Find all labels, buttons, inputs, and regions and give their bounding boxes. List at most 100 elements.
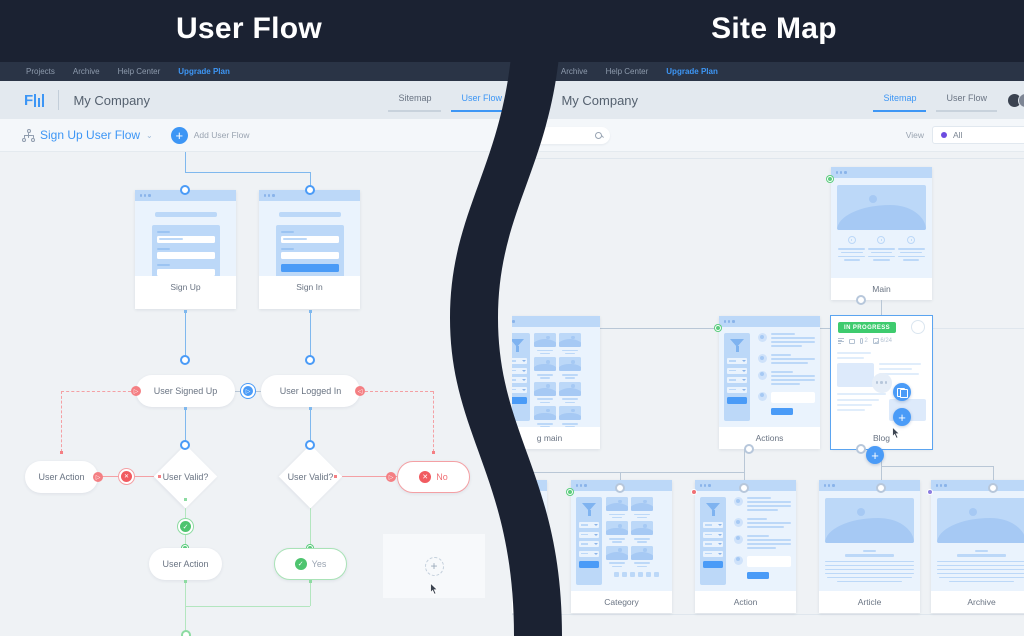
connector: [185, 172, 311, 173]
nav-archive[interactable]: Archive: [73, 67, 100, 76]
node-handle[interactable]: [876, 483, 886, 493]
tab-sitemap[interactable]: Sitemap: [873, 88, 926, 112]
nav-upgrade-plan[interactable]: Upgrade Plan: [178, 67, 230, 76]
meta-description-icon: [838, 338, 844, 344]
yes-icon: ✓: [295, 558, 307, 570]
node-handle[interactable]: [856, 295, 866, 305]
connector-dot: [184, 580, 187, 583]
screen-card-sign-in[interactable]: Sign In: [259, 190, 360, 309]
status-dot-purple[interactable]: [927, 489, 933, 495]
node-handle[interactable]: [305, 440, 315, 450]
sitemap-card-actions[interactable]: Actions: [719, 316, 820, 449]
view-select[interactable]: All: [932, 126, 1024, 144]
sitemap-card-category[interactable]: Category: [571, 480, 672, 613]
flow-node-user-action-left[interactable]: User Action: [25, 461, 98, 493]
nav-help-center[interactable]: Help Center: [606, 67, 649, 76]
app-logo[interactable]: F: [512, 93, 532, 108]
card-label: Archive: [931, 591, 1024, 613]
add-user-flow-label: Add User Flow: [194, 130, 250, 140]
connector-arrow-red: ▷: [131, 386, 141, 396]
utility-nav-right: Projects Archive Help Center Upgrade Pla…: [512, 62, 1024, 81]
card-label: Action: [695, 591, 796, 613]
connector-dot: [60, 451, 63, 454]
checklist-icon: [873, 338, 879, 344]
nav-help-center[interactable]: Help Center: [118, 67, 161, 76]
site-map-canvas[interactable]: Main: [512, 152, 1024, 636]
complete-toggle[interactable]: [911, 320, 925, 334]
nav-archive[interactable]: Archive: [561, 67, 588, 76]
card-label: gory: [512, 591, 547, 613]
user-flow-canvas[interactable]: Sign Up Sign In: [0, 152, 512, 636]
node-handle[interactable]: [744, 444, 754, 454]
connector-node-handle[interactable]: ▷: [241, 384, 255, 398]
caption-banner: User Flow Site Map: [0, 0, 1024, 62]
sitemap-card-action[interactable]: Action: [695, 480, 796, 613]
card-label: Category: [571, 591, 672, 613]
add-user-flow-button[interactable]: + Add User Flow: [171, 127, 250, 144]
flow-node-no[interactable]: ✕ No: [397, 461, 470, 493]
connector: [185, 152, 186, 172]
nav-projects[interactable]: Projects: [514, 67, 543, 76]
connector: [310, 409, 311, 443]
nav-projects[interactable]: Projects: [26, 67, 55, 76]
nav-upgrade-plan[interactable]: Upgrade Plan: [666, 67, 718, 76]
sitemap-card-gory[interactable]: gory: [512, 480, 547, 613]
sitemap-card-article[interactable]: Article: [819, 480, 920, 613]
tab-user-flow[interactable]: User Flow: [936, 88, 997, 112]
screen-card-sign-up[interactable]: Sign Up: [135, 190, 236, 309]
node-handle-top[interactable]: [305, 185, 315, 195]
valid-marker-icon: [177, 518, 194, 535]
flow-node-user-logged-in[interactable]: User Logged In: [261, 375, 360, 407]
view-filter: View All: [906, 126, 1024, 144]
node-label: User Logged In: [280, 386, 342, 396]
status-dot-red[interactable]: [691, 489, 697, 495]
status-dot-green[interactable]: [827, 176, 833, 182]
app-logo[interactable]: F: [24, 93, 44, 108]
card-label: Sign Up: [135, 276, 236, 298]
add-child-card-button[interactable]: +: [893, 408, 911, 426]
plus-icon: +: [425, 557, 444, 576]
node-handle[interactable]: [305, 355, 315, 365]
logo-letter: F: [512, 93, 520, 108]
sitemap-card-blog[interactable]: IN PROGRESS 2 6/24: [831, 316, 932, 449]
node-handle[interactable]: [739, 483, 749, 493]
node-handle[interactable]: [988, 483, 998, 493]
node-handle[interactable]: [856, 444, 866, 454]
connector-green: [185, 606, 310, 607]
tab-user-flow[interactable]: User Flow: [451, 88, 512, 112]
connector-dot: [309, 310, 312, 313]
user-flow-app: Projects Archive Help Center Upgrade Pla…: [0, 0, 512, 636]
tab-sitemap[interactable]: Sitemap: [388, 88, 441, 112]
status-dot-green[interactable]: [567, 489, 573, 495]
card-more-icon[interactable]: [872, 373, 892, 393]
node-handle[interactable]: [180, 355, 190, 365]
sitemap-card-g-main[interactable]: g main: [512, 316, 600, 449]
company-name: My Company: [73, 93, 150, 108]
node-handle[interactable]: [180, 440, 190, 450]
flow-node-user-action-bottom[interactable]: User Action: [149, 548, 222, 580]
duplicate-card-button[interactable]: [893, 383, 911, 401]
toolbar-site-map: View All: [512, 119, 1024, 152]
status-dot-green[interactable]: [715, 325, 721, 331]
add-sibling-card-button[interactable]: +: [866, 446, 884, 464]
meta-attachment: 2: [860, 338, 868, 344]
node-handle-green[interactable]: [181, 630, 191, 636]
flow-node-user-signed-up[interactable]: User Signed Up: [136, 375, 235, 407]
connector-arrow-red: ▷: [93, 472, 103, 482]
avatar[interactable]: [1018, 93, 1024, 108]
flow-node-yes[interactable]: ✓ Yes: [274, 548, 347, 580]
sitemap-card-archive[interactable]: Archive: [931, 480, 1024, 613]
card-chrome: [819, 480, 920, 491]
sitemap-card-main[interactable]: Main: [831, 167, 932, 300]
node-label: No: [436, 472, 448, 482]
logo-bars-icon: [522, 94, 533, 107]
member-avatars[interactable]: [1011, 93, 1024, 108]
flow-selector[interactable]: Sign Up User Flow ⌄: [22, 128, 153, 142]
card-label: Main: [831, 278, 932, 300]
node-handle-top[interactable]: [180, 185, 190, 195]
card-chrome: [931, 480, 1024, 491]
node-handle[interactable]: [615, 483, 625, 493]
search-input[interactable]: [528, 127, 610, 144]
connector: [185, 409, 186, 443]
invalid-marker-icon: [118, 468, 135, 485]
